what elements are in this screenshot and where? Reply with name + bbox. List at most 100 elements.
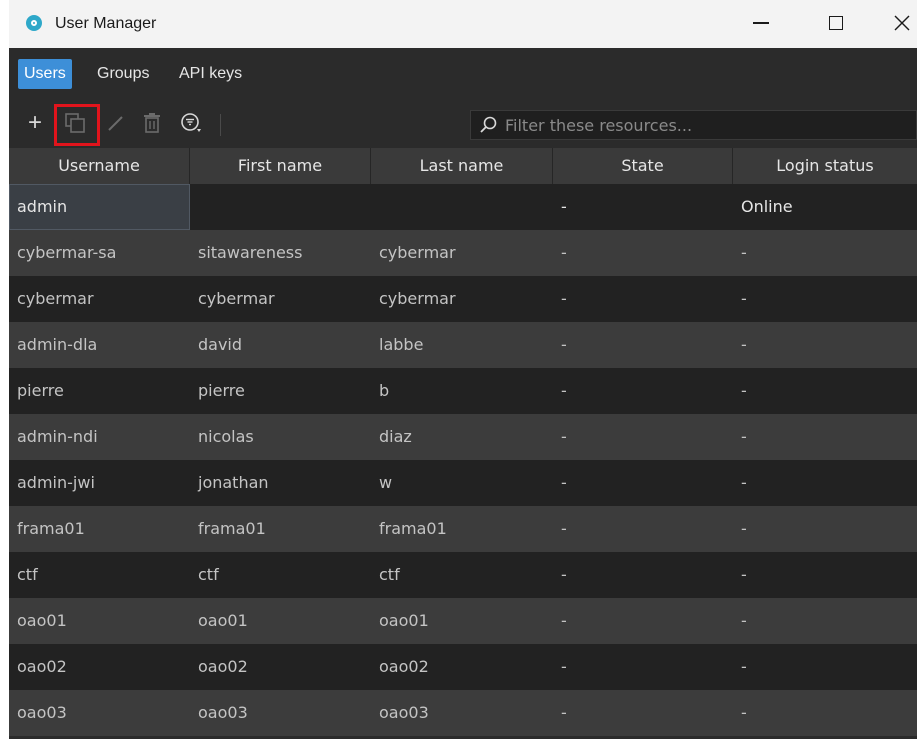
table-row[interactable]: ctf ctf ctf - - <box>9 552 917 598</box>
cell-username: oao01 <box>17 611 67 630</box>
cell-last-name: b <box>379 381 390 400</box>
cell-last-name: oao01 <box>379 611 429 630</box>
table-row[interactable]: frama01 frama01 frama01 - - <box>9 506 917 552</box>
cell-state: - <box>561 289 567 308</box>
delete-user-button[interactable] <box>137 108 167 138</box>
tab-groups[interactable]: Groups <box>91 59 155 89</box>
cell-login-status: - <box>741 657 747 676</box>
plus-icon: + <box>27 109 42 136</box>
search-icon <box>480 116 497 133</box>
cell-first-name <box>190 184 371 230</box>
table-row[interactable]: admin - Online <box>9 184 917 230</box>
cell-login-status: - <box>741 381 747 400</box>
cell-login-status: - <box>741 427 747 446</box>
minimize-icon <box>753 22 769 24</box>
cell-last-name: oao02 <box>379 657 429 676</box>
cell-login-status: - <box>741 243 747 262</box>
maximize-icon <box>829 16 843 30</box>
cell-first-name: frama01 <box>198 519 266 538</box>
cell-login-status: - <box>741 611 747 630</box>
cell-login-status: - <box>741 289 747 308</box>
pencil-icon <box>108 116 123 131</box>
cell-username: admin-ndi <box>17 427 98 446</box>
filter-icon <box>181 113 201 132</box>
cell-first-name: ctf <box>198 565 219 584</box>
cell-state: - <box>561 197 567 216</box>
cell-username: pierre <box>17 381 64 400</box>
minimize-button[interactable] <box>744 8 778 38</box>
edit-user-button[interactable] <box>101 108 131 138</box>
column-header-first-name[interactable]: First name <box>190 148 371 184</box>
close-icon <box>894 15 910 31</box>
column-header-state[interactable]: State <box>553 148 733 184</box>
close-button[interactable] <box>885 8 917 38</box>
cell-username: admin-dla <box>17 335 98 354</box>
cell-username[interactable]: admin <box>9 184 190 230</box>
cell-state: - <box>561 335 567 354</box>
cell-state: - <box>561 427 567 446</box>
cell-first-name: nicolas <box>198 427 254 446</box>
cell-last-name <box>371 184 553 230</box>
duplicate-highlight-box <box>54 104 100 146</box>
cell-state: - <box>561 473 567 492</box>
filter-search-box[interactable] <box>470 110 917 140</box>
column-header-last-name[interactable]: Last name <box>371 148 553 184</box>
table-row[interactable]: admin-ndi nicolas diaz - - <box>9 414 917 460</box>
cell-last-name: frama01 <box>379 519 447 538</box>
cell-username: oao03 <box>17 703 67 722</box>
add-user-button[interactable]: + <box>20 108 50 138</box>
title-bar[interactable]: User Manager <box>9 0 917 48</box>
table-row[interactable]: admin-jwi jonathan w - - <box>9 460 917 506</box>
window-title: User Manager <box>55 15 157 32</box>
cell-login-status: - <box>741 335 747 354</box>
cell-username: cybermar-sa <box>17 243 117 262</box>
app-logo-icon <box>26 15 42 31</box>
cell-state: - <box>561 243 567 262</box>
cell-username: ctf <box>17 565 38 584</box>
table-row[interactable]: oao02 oao02 oao02 - - <box>9 644 917 690</box>
table-row[interactable]: admin-dla david labbe - - <box>9 322 917 368</box>
column-header-username[interactable]: Username <box>9 148 190 184</box>
cell-username: oao02 <box>17 657 67 676</box>
cell-first-name: sitawareness <box>198 243 303 262</box>
user-manager-window: User Manager Users Groups API keys + Fil… <box>9 0 917 739</box>
toolbar-divider <box>220 114 221 136</box>
cell-state: - <box>561 611 567 630</box>
table-row[interactable]: oao01 oao01 oao01 - - <box>9 598 917 644</box>
cell-state: - <box>561 519 567 538</box>
cell-login-status: - <box>741 473 747 492</box>
cell-first-name: oao03 <box>198 703 248 722</box>
tab-api-keys[interactable]: API keys <box>173 59 248 89</box>
column-header-login-status[interactable]: Login status <box>733 148 917 184</box>
cell-last-name: labbe <box>379 335 424 354</box>
filter-button[interactable] <box>176 108 206 138</box>
cell-first-name: jonathan <box>198 473 269 492</box>
cell-username: cybermar <box>17 289 94 308</box>
cell-state: - <box>561 703 567 722</box>
table-row[interactable]: oao03 oao03 oao03 - - <box>9 690 917 736</box>
cell-last-name: cybermar <box>379 289 456 308</box>
filter-input[interactable] <box>505 111 905 139</box>
cell-last-name: ctf <box>379 565 400 584</box>
cell-username: admin-jwi <box>17 473 95 492</box>
table-header: Username First name Last name State Logi… <box>9 148 917 184</box>
cell-login-status: - <box>741 519 747 538</box>
cell-last-name: oao03 <box>379 703 429 722</box>
cell-first-name: cybermar <box>198 289 275 308</box>
cell-first-name: oao01 <box>198 611 248 630</box>
table-row[interactable]: pierre pierre b - - <box>9 368 917 414</box>
maximize-button[interactable] <box>819 8 853 38</box>
trash-icon <box>144 113 160 133</box>
tab-users[interactable]: Users <box>18 59 72 89</box>
table-row[interactable]: cybermar-sa sitawareness cybermar - - <box>9 230 917 276</box>
cell-login-status: - <box>741 703 747 722</box>
cell-first-name: pierre <box>198 381 245 400</box>
tab-bar: Users Groups API keys <box>9 48 917 100</box>
cell-last-name: w <box>379 473 393 492</box>
cell-first-name: david <box>198 335 243 354</box>
cell-state: - <box>561 657 567 676</box>
table-row[interactable]: cybermar cybermar cybermar - - <box>9 276 917 322</box>
users-table-body: admin - Online cybermar-sa sitawareness … <box>9 184 917 736</box>
cell-state: - <box>561 381 567 400</box>
cell-username: frama01 <box>17 519 85 538</box>
